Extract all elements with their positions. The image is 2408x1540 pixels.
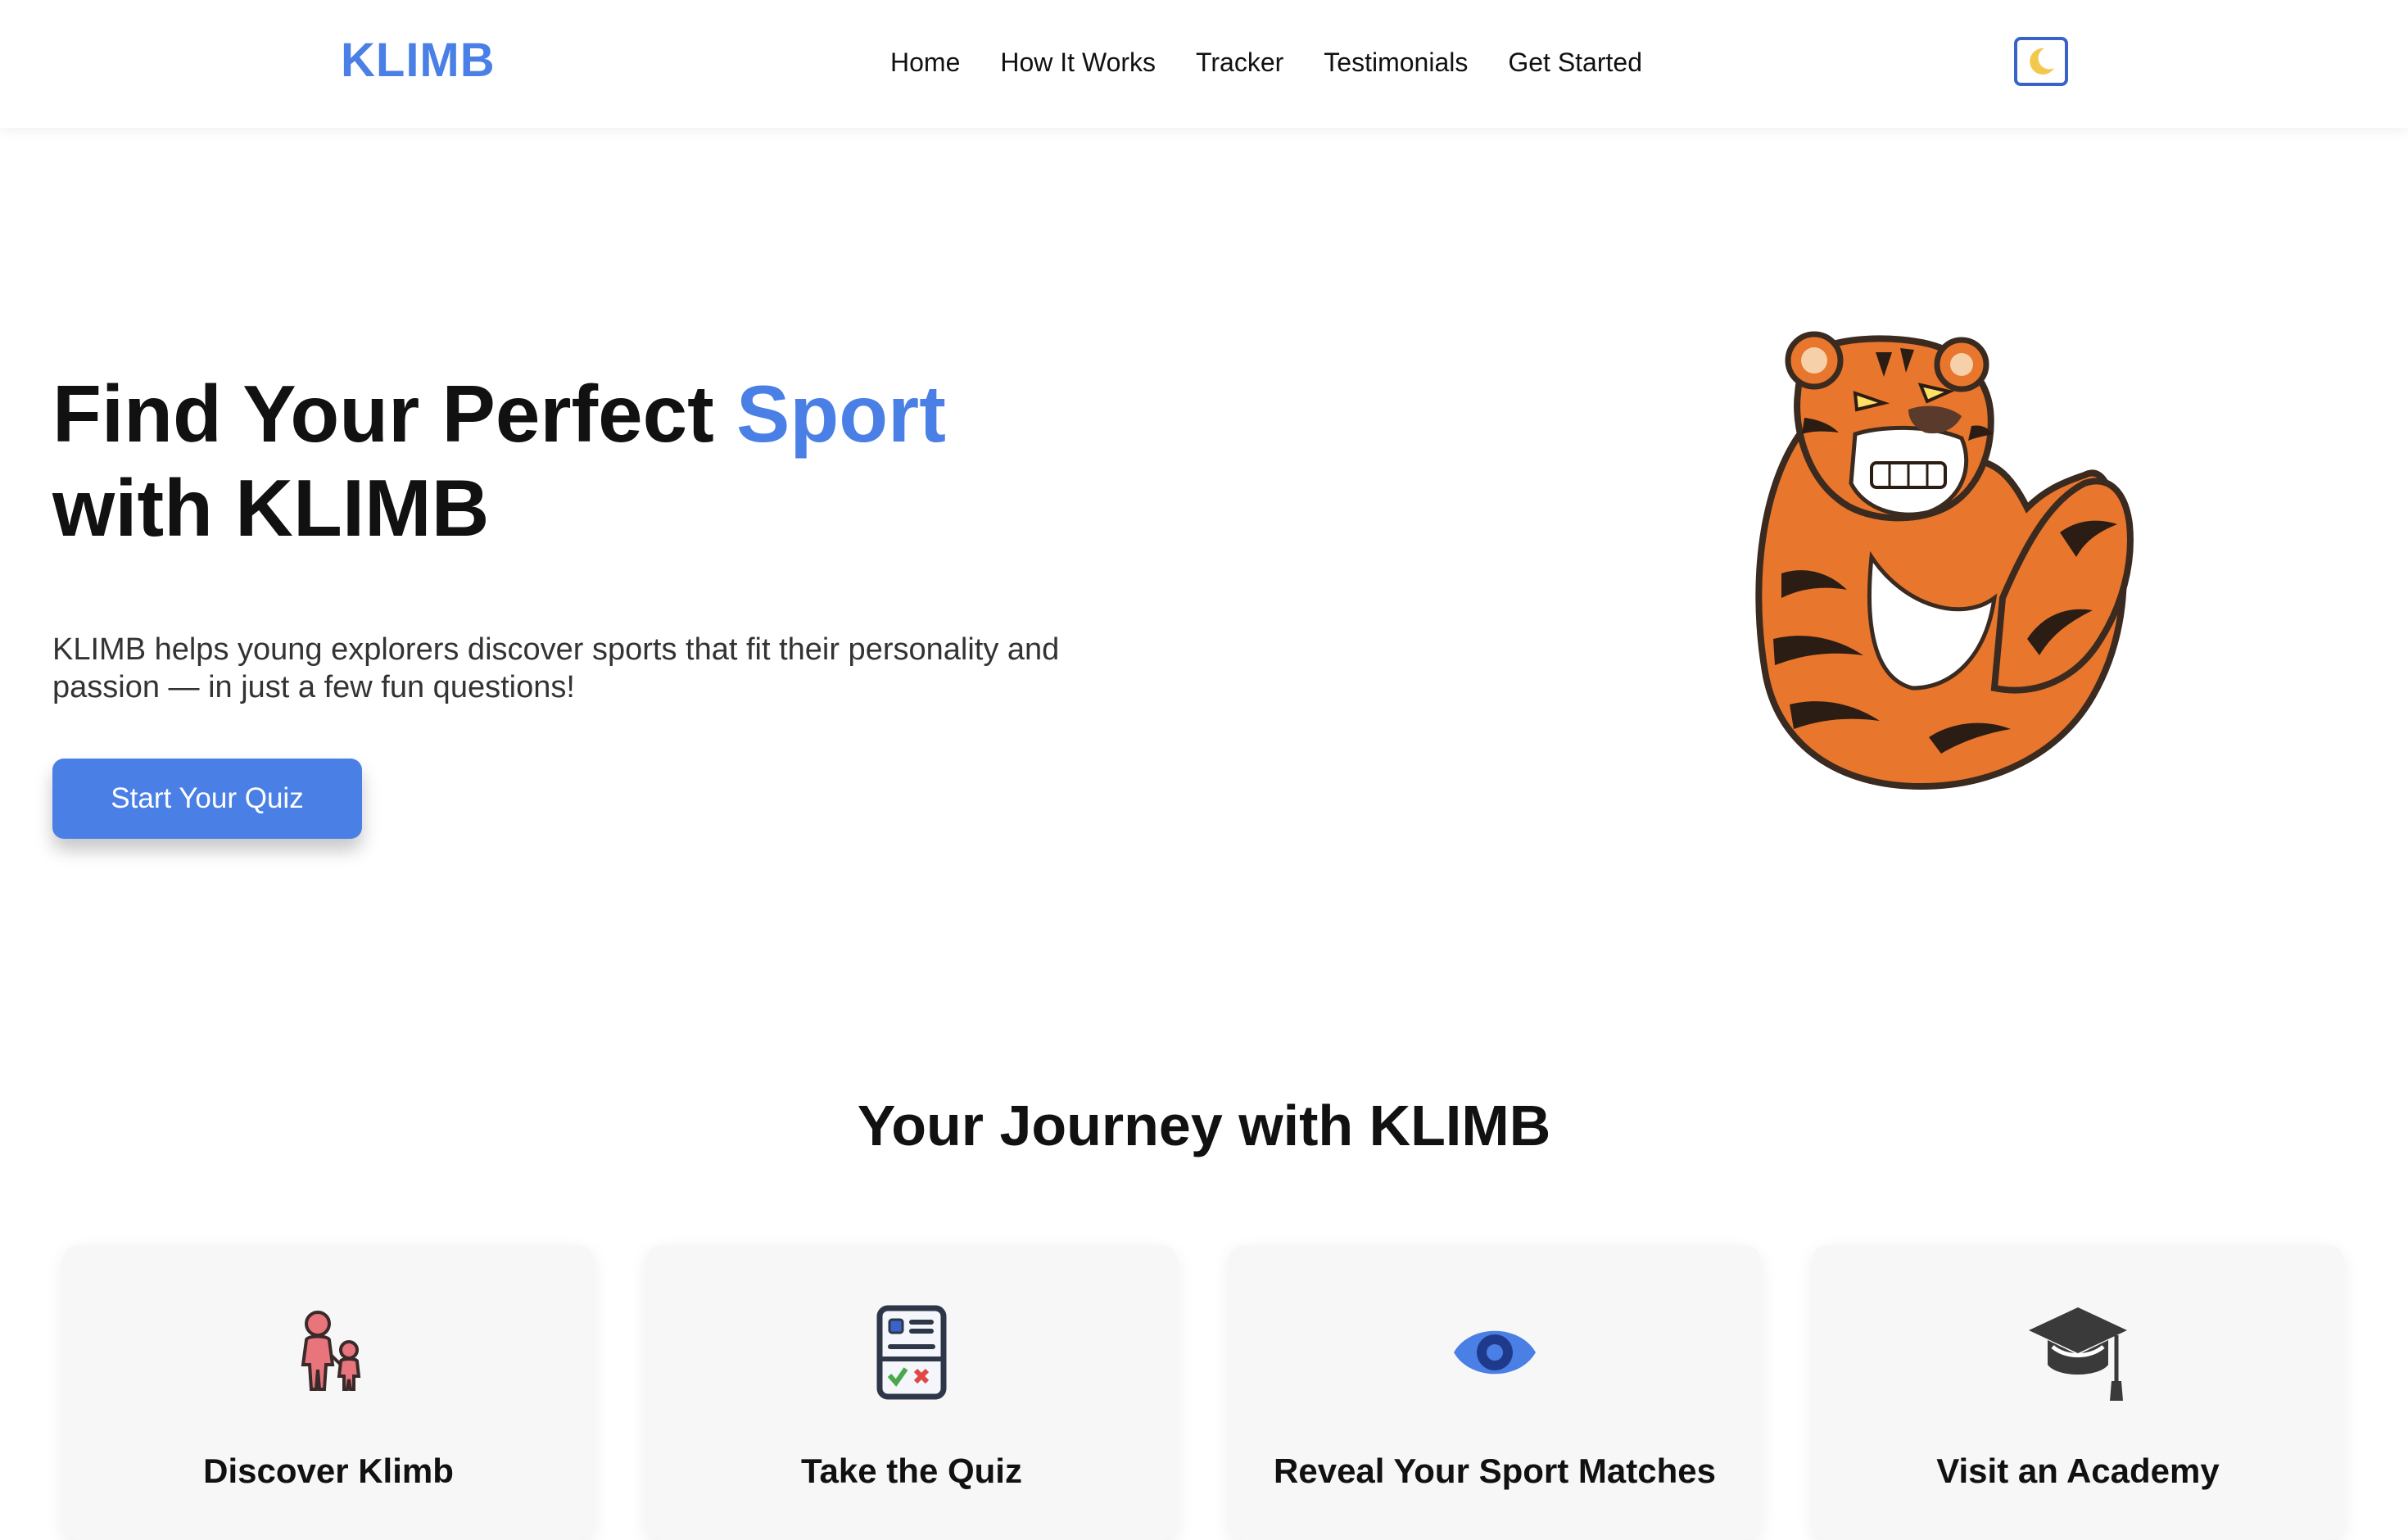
theme-toggle-button[interactable]: [2014, 37, 2068, 86]
site-logo[interactable]: KLIMB: [341, 33, 496, 88]
eye-icon: [1442, 1299, 1548, 1406]
journey-card-title: Reveal Your Sport Matches: [1274, 1452, 1716, 1490]
journey-card-title: Discover Klimb: [203, 1452, 454, 1490]
main-nav: Home How It Works Tracker Testimonials G…: [890, 43, 1642, 82]
tiger-mascot-image: [1755, 331, 2134, 790]
start-quiz-button[interactable]: Start Your Quiz: [52, 759, 362, 839]
journey-card-discover: Discover Klimb: [62, 1245, 595, 1540]
nav-link-testimonials[interactable]: Testimonials: [1324, 48, 1468, 78]
hero-title-part2: with KLIMB: [52, 463, 490, 553]
navbar: KLIMB Home How It Works Tracker Testimon…: [0, 0, 2408, 128]
journey-card-title: Visit an Academy: [1936, 1452, 2220, 1490]
hero-title-accent: Sport: [736, 369, 946, 459]
graduation-cap-icon: [2025, 1299, 2131, 1406]
nav-link-home[interactable]: Home: [890, 48, 960, 78]
hero-title-part1: Find Your Perfect: [52, 369, 736, 459]
journey-title: Your Journey with KLIMB: [857, 1094, 1551, 1157]
hero-description: KLIMB helps young explorers discover spo…: [52, 632, 1060, 704]
parent-child-icon: [275, 1299, 382, 1406]
journey-card-title: Take the Quiz: [801, 1452, 1022, 1490]
nav-link-tracker[interactable]: Tracker: [1196, 48, 1283, 78]
journey-card-quiz: Take the Quiz: [645, 1245, 1178, 1540]
journey-card-reveal: Reveal Your Sport Matches: [1229, 1245, 1761, 1540]
journey-card-academy: Visit an Academy: [1812, 1245, 2344, 1540]
nav-link-get-started[interactable]: Get Started: [1508, 48, 1642, 78]
nav-link-how-it-works[interactable]: How It Works: [1000, 48, 1156, 78]
moon-icon: [2030, 48, 2054, 75]
quiz-checklist-icon: [858, 1299, 965, 1406]
hero-title: Find Your Perfect Sport with KLIMB: [52, 367, 1117, 555]
